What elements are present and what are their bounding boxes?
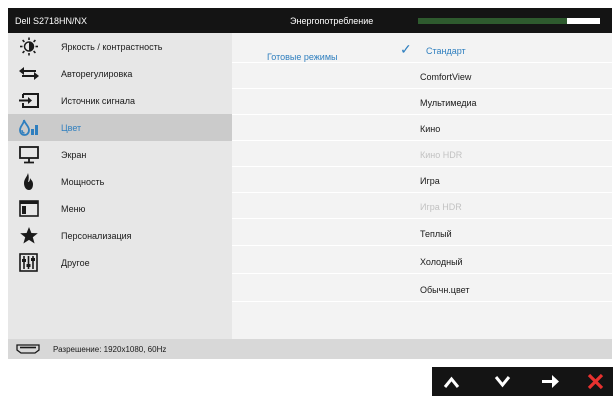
menu-icon (18, 199, 40, 218)
right-arrow-icon (542, 375, 559, 388)
preset-option-standard[interactable]: ✓ Стандарт (232, 37, 612, 63)
menu-item-label: Яркость / контрастность (61, 42, 163, 52)
preset-option-label: Кино (420, 124, 441, 134)
preset-option-comfortview[interactable]: ComfortView (232, 63, 612, 89)
row-divider (232, 218, 612, 219)
menu-item-power[interactable]: Мощность (8, 168, 232, 195)
resolution-info: Разрешение: 1920x1080, 60Hz (53, 345, 167, 354)
personalize-icon (18, 226, 40, 245)
energy-usage-label: Энергопотребление (290, 16, 374, 26)
preset-option-movie-hdr: Кино HDR (232, 141, 612, 167)
menu-item-label: Другое (61, 258, 90, 268)
preset-option-multimedia[interactable]: Мультимедиа (232, 89, 612, 115)
menu-item-color[interactable]: Цвет (8, 114, 232, 141)
row-divider (232, 245, 612, 246)
preset-option-label: Холодный (420, 257, 463, 267)
model-name: Dell S2718HN/NX (15, 16, 88, 26)
auto-adjust-icon (18, 64, 40, 83)
color-icon (18, 118, 40, 137)
status-bar: Разрешение: 1920x1080, 60Hz (8, 339, 612, 359)
menu-item-label: Экран (61, 150, 87, 160)
next-button[interactable] (536, 367, 565, 396)
preset-option-label: Теплый (420, 229, 452, 239)
down-button[interactable] (488, 367, 517, 396)
preset-option-label: Мультимедиа (420, 98, 477, 108)
menu-item-others[interactable]: Другое (8, 249, 232, 276)
energy-usage-meter (418, 18, 600, 24)
preset-option-custom-color[interactable]: Обычн.цвет (232, 276, 612, 302)
menu-item-label: Цвет (61, 123, 82, 133)
osd-navigation-bar (432, 367, 613, 396)
preset-option-label: Кино HDR (420, 150, 463, 160)
menu-item-auto-adjust[interactable]: Авторегулировка (8, 60, 232, 87)
menu-item-label: Мощность (61, 177, 105, 187)
close-icon (587, 373, 604, 390)
menu-item-personalize[interactable]: Персонализация (8, 222, 232, 249)
menu-item-label: Меню (61, 204, 86, 214)
up-arrow-icon (443, 376, 460, 388)
energy-usage-fill (418, 18, 568, 24)
preset-option-label: Стандарт (426, 46, 466, 56)
up-button[interactable] (437, 367, 466, 396)
power-icon (18, 172, 40, 191)
others-icon (18, 253, 40, 272)
monitor-osd: Dell S2718HN/NX Энергопотребление Яркост… (8, 8, 612, 359)
menu-item-display[interactable]: Экран (8, 141, 232, 168)
preset-option-game-hdr: Игра HDR (232, 193, 612, 219)
preset-option-warm[interactable]: Теплый (232, 220, 612, 246)
row-divider (232, 301, 612, 302)
down-arrow-icon (494, 376, 511, 388)
main-menu: Яркость / контрастность Авторегулировка … (8, 33, 232, 339)
color-submenu: Готовые режимы ✓ Стандарт ComfortView Му… (232, 33, 612, 339)
menu-item-label: Авторегулировка (61, 69, 133, 79)
brightness-contrast-icon (18, 37, 40, 56)
preset-option-label: Игра (420, 176, 440, 186)
menu-item-input-source[interactable]: Источник сигнала (8, 87, 232, 114)
preset-option-label: Игра HDR (420, 202, 462, 212)
preset-option-label: ComfortView (420, 72, 472, 82)
menu-item-brightness-contrast[interactable]: Яркость / контрастность (8, 33, 232, 60)
preset-option-label: Обычн.цвет (420, 285, 470, 295)
preset-option-cool[interactable]: Холодный (232, 248, 612, 274)
row-divider (232, 273, 612, 274)
osd-header: Dell S2718HN/NX Энергопотребление (8, 8, 612, 33)
preset-option-game[interactable]: Игра (232, 167, 612, 193)
hdmi-port-icon (16, 344, 40, 354)
menu-item-label: Источник сигнала (61, 96, 135, 106)
menu-item-menu[interactable]: Меню (8, 195, 232, 222)
input-source-icon (18, 91, 40, 110)
display-icon (18, 145, 40, 164)
exit-button[interactable] (581, 367, 610, 396)
menu-item-label: Персонализация (61, 231, 132, 241)
preset-option-movie[interactable]: Кино (232, 115, 612, 141)
checkmark-icon: ✓ (400, 41, 412, 57)
